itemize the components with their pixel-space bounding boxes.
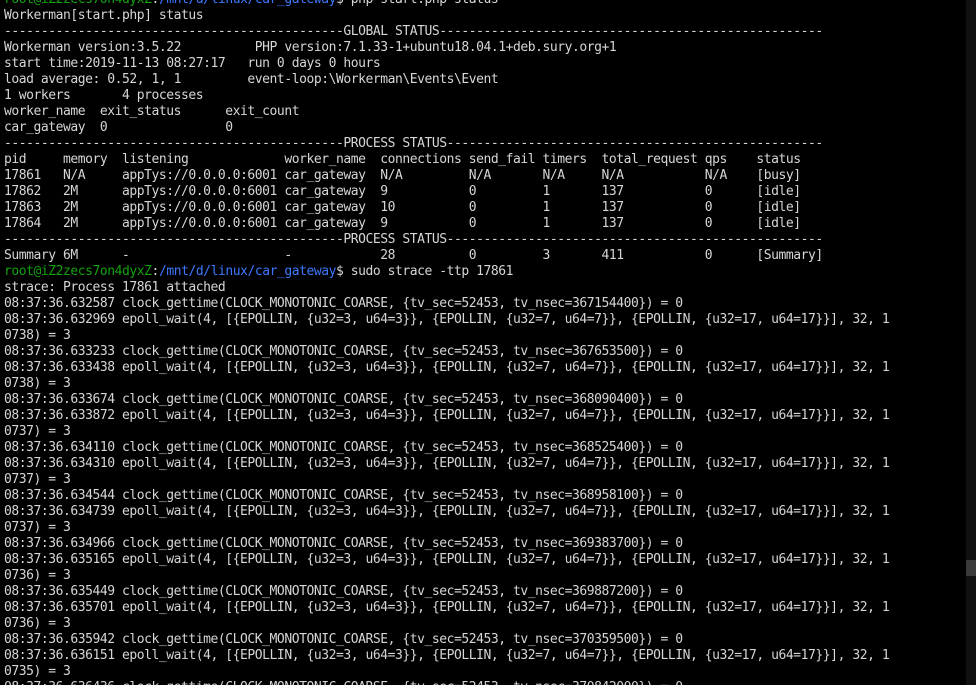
prompt-command: $ php start.php status [336, 0, 499, 7]
terminal-line: Workerman version:3.5.22 PHP version:7.1… [4, 40, 966, 56]
output-text: ----------------------------------------… [4, 136, 823, 151]
output-text: 0737) = 3 [4, 424, 71, 439]
terminal-line: 0737) = 3 [4, 520, 966, 536]
output-text: 08:37:36.634110 clock_gettime(CLOCK_MONO… [4, 440, 683, 455]
terminal-line: car_gateway 0 0 [4, 120, 966, 136]
output-text: Workerman[start.php] status [4, 8, 204, 23]
terminal-line: 08:37:36.634110 clock_gettime(CLOCK_MONO… [4, 440, 966, 456]
terminal-line: 08:37:36.632969 epoll_wait(4, [{EPOLLIN,… [4, 312, 966, 328]
terminal-window[interactable]: root@iZ2zecs7on4dyxZ:/mnt/d/linux/car_ga… [0, 0, 976, 685]
terminal-line: 08:37:36.636436 clock_gettime(CLOCK_MONO… [4, 680, 966, 685]
output-text: 0738) = 3 [4, 376, 71, 391]
output-text: 1 workers 4 processes [4, 88, 204, 103]
terminal-line: 08:37:36.635449 clock_gettime(CLOCK_MONO… [4, 584, 966, 600]
terminal-line: 08:37:36.634544 clock_gettime(CLOCK_MONO… [4, 488, 966, 504]
output-text: ----------------------------------------… [4, 24, 823, 39]
output-text: 08:37:36.632969 epoll_wait(4, [{EPOLLIN,… [4, 312, 890, 327]
terminal-line: worker_name exit_status exit_count [4, 104, 966, 120]
terminal-line: start time:2019-11-13 08:27:17 run 0 day… [4, 56, 966, 72]
output-text: worker_name exit_status exit_count [4, 104, 300, 119]
terminal-line: 1 workers 4 processes [4, 88, 966, 104]
output-text: 17863 2M appTys://0.0.0.0:6001 car_gatew… [4, 200, 801, 215]
terminal-line: 08:37:36.635942 clock_gettime(CLOCK_MONO… [4, 632, 966, 648]
terminal-line: 0735) = 3 [4, 664, 966, 680]
output-text: Workerman version:3.5.22 PHP version:7.1… [4, 40, 617, 55]
output-text: 17862 2M appTys://0.0.0.0:6001 car_gatew… [4, 184, 801, 199]
terminal-line: 17863 2M appTys://0.0.0.0:6001 car_gatew… [4, 200, 966, 216]
terminal-line: 0736) = 3 [4, 568, 966, 584]
terminal-line: 08:37:36.636151 epoll_wait(4, [{EPOLLIN,… [4, 648, 966, 664]
prompt-user-host: root@iZ2zecs7on4dyxZ [4, 264, 152, 279]
terminal-line: 08:37:36.633438 epoll_wait(4, [{EPOLLIN,… [4, 360, 966, 376]
output-text: 08:37:36.635942 clock_gettime(CLOCK_MONO… [4, 632, 683, 647]
terminal-line: 17862 2M appTys://0.0.0.0:6001 car_gatew… [4, 184, 966, 200]
terminal-line: 0737) = 3 [4, 472, 966, 488]
output-text: 08:37:36.632587 clock_gettime(CLOCK_MONO… [4, 296, 683, 311]
terminal-line: 08:37:36.633674 clock_gettime(CLOCK_MONO… [4, 392, 966, 408]
output-text: 0737) = 3 [4, 520, 71, 535]
prompt-user-host: root@iZ2zecs7on4dyxZ [4, 0, 152, 7]
terminal-line: 0738) = 3 [4, 328, 966, 344]
terminal-line: root@iZ2zecs7on4dyxZ:/mnt/d/linux/car_ga… [4, 0, 966, 8]
output-text: Summary 6M - - 28 0 3 411 0 [Summary] [4, 248, 823, 263]
terminal-line: 08:37:36.633872 epoll_wait(4, [{EPOLLIN,… [4, 408, 966, 424]
output-text: strace: Process 17861 attached [4, 280, 226, 295]
terminal-line: strace: Process 17861 attached [4, 280, 966, 296]
output-text: load average: 0.52, 1, 1 event-loop:\Wor… [4, 72, 499, 87]
output-text: 08:37:36.633438 epoll_wait(4, [{EPOLLIN,… [4, 360, 890, 375]
output-text: 0738) = 3 [4, 328, 71, 343]
terminal-line: 0736) = 3 [4, 616, 966, 632]
output-text: car_gateway 0 0 [4, 120, 233, 135]
terminal-line: 08:37:36.635165 epoll_wait(4, [{EPOLLIN,… [4, 552, 966, 568]
terminal-line: pid memory listening worker_name connect… [4, 152, 966, 168]
scrollbar-thumb[interactable] [966, 560, 976, 576]
terminal-line: 17864 2M appTys://0.0.0.0:6001 car_gatew… [4, 216, 966, 232]
output-text: 0735) = 3 [4, 664, 71, 679]
output-text: start time:2019-11-13 08:27:17 run 0 day… [4, 56, 381, 71]
prompt-command: $ sudo strace -ttp 17861 [335, 264, 514, 279]
terminal-line: 08:37:36.635701 epoll_wait(4, [{EPOLLIN,… [4, 600, 966, 616]
terminal-line: Workerman[start.php] status [4, 8, 966, 24]
terminal-line: ----------------------------------------… [4, 232, 966, 248]
output-text: 08:37:36.633872 epoll_wait(4, [{EPOLLIN,… [4, 408, 890, 423]
terminal-line: 08:37:36.634739 epoll_wait(4, [{EPOLLIN,… [4, 504, 966, 520]
prompt-separator: : [152, 0, 160, 7]
output-text: 0736) = 3 [4, 616, 71, 631]
output-text: ----------------------------------------… [4, 232, 823, 247]
output-text: 08:37:36.634966 clock_gettime(CLOCK_MONO… [4, 536, 683, 551]
output-text: 08:37:36.634544 clock_gettime(CLOCK_MONO… [4, 488, 683, 503]
output-text: 17861 N/A appTys://0.0.0.0:6001 car_gate… [4, 168, 801, 183]
terminal-line: 17861 N/A appTys://0.0.0.0:6001 car_gate… [4, 168, 966, 184]
terminal-line: 08:37:36.634310 epoll_wait(4, [{EPOLLIN,… [4, 456, 966, 472]
output-text: 08:37:36.635701 epoll_wait(4, [{EPOLLIN,… [4, 600, 890, 615]
terminal-line: 08:37:36.632587 clock_gettime(CLOCK_MONO… [4, 296, 966, 312]
output-text: 0736) = 3 [4, 568, 71, 583]
terminal-line: Summary 6M - - 28 0 3 411 0 [Summary] [4, 248, 966, 264]
prompt-path: /mnt/d/linux/car_gateway [159, 0, 336, 7]
output-text: 08:37:36.635449 clock_gettime(CLOCK_MONO… [4, 584, 683, 599]
output-text: 08:37:36.636436 clock_gettime(CLOCK_MONO… [4, 680, 683, 685]
output-text: 08:37:36.634310 epoll_wait(4, [{EPOLLIN,… [4, 456, 890, 471]
output-text: 08:37:36.634739 epoll_wait(4, [{EPOLLIN,… [4, 504, 890, 519]
output-text: 08:37:36.636151 epoll_wait(4, [{EPOLLIN,… [4, 648, 890, 663]
terminal-line: 0737) = 3 [4, 424, 966, 440]
prompt-separator: : [151, 264, 160, 279]
output-text: 0737) = 3 [4, 472, 71, 487]
vertical-scrollbar[interactable] [966, 0, 976, 685]
output-text: 17864 2M appTys://0.0.0.0:6001 car_gatew… [4, 216, 801, 231]
terminal-line: ----------------------------------------… [4, 136, 966, 152]
output-text: 08:37:36.633674 clock_gettime(CLOCK_MONO… [4, 392, 683, 407]
terminal-line: 0738) = 3 [4, 376, 966, 392]
terminal-output: root@iZ2zecs7on4dyxZ:/mnt/d/linux/car_ga… [4, 0, 966, 685]
terminal-line: root@iZ2zecs7on4dyxZ:/mnt/d/linux/car_ga… [4, 264, 966, 280]
prompt-path: /mnt/d/linux/car_gateway [158, 264, 336, 279]
output-text: 08:37:36.635165 epoll_wait(4, [{EPOLLIN,… [4, 552, 890, 567]
output-text: 08:37:36.633233 clock_gettime(CLOCK_MONO… [4, 344, 683, 359]
terminal-line: load average: 0.52, 1, 1 event-loop:\Wor… [4, 72, 966, 88]
terminal-line: 08:37:36.634966 clock_gettime(CLOCK_MONO… [4, 536, 966, 552]
terminal-line: 08:37:36.633233 clock_gettime(CLOCK_MONO… [4, 344, 966, 360]
terminal-line: ----------------------------------------… [4, 24, 966, 40]
output-text: pid memory listening worker_name connect… [4, 152, 801, 167]
